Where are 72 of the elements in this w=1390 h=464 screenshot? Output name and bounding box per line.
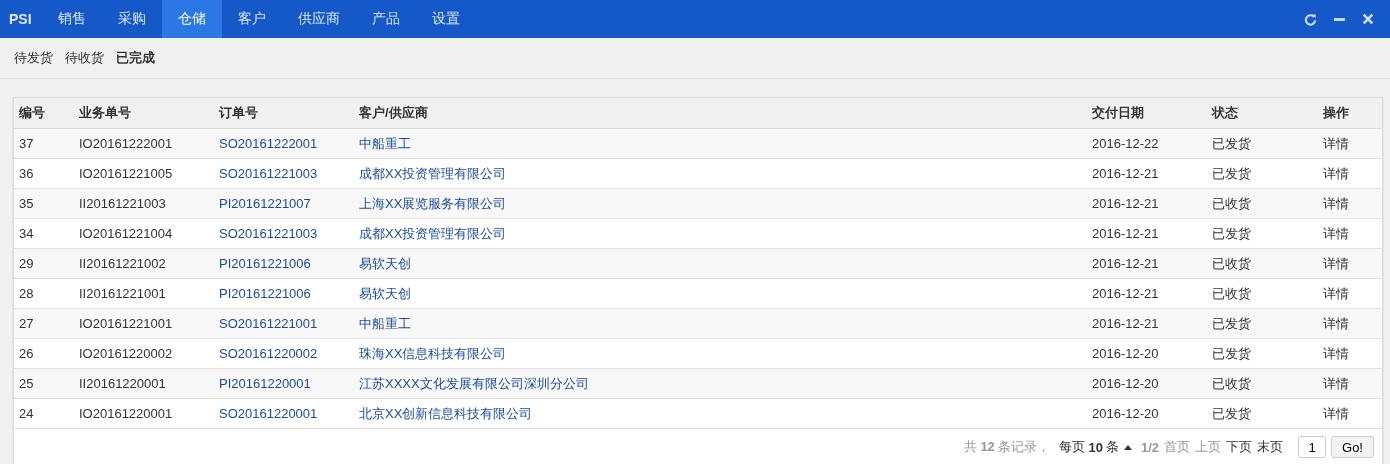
brand-logo[interactable]: PSI xyxy=(0,0,42,38)
party-link[interactable]: 成都XX投资管理有限公司 xyxy=(359,225,507,241)
nav-tab[interactable]: 采购 xyxy=(101,0,162,38)
table-cell: 24 xyxy=(14,398,74,428)
table-cell: 2016-12-21 xyxy=(1087,188,1207,219)
filter-tab[interactable]: 已完成 xyxy=(116,49,155,67)
party-link[interactable]: 江苏XXXX文化发展有限公司深圳分公司 xyxy=(359,375,589,391)
table-cell: 已收货 xyxy=(1207,248,1318,279)
table-cell: 2016-12-21 xyxy=(1087,248,1207,279)
table-cell: 已收货 xyxy=(1207,368,1318,399)
table-cell: 2016-12-20 xyxy=(1087,398,1207,428)
nav-tab[interactable]: 客户 xyxy=(221,0,282,38)
nav-tab[interactable]: 产品 xyxy=(355,0,416,38)
party-link[interactable]: 珠海XX信息科技有限公司 xyxy=(359,345,507,361)
page-input[interactable]: 1 xyxy=(1298,436,1327,458)
nav-tab[interactable]: 供应商 xyxy=(281,0,356,38)
table-cell: 2016-12-21 xyxy=(1087,308,1207,339)
table-cell: 2016-12-22 xyxy=(1087,128,1207,159)
table-cell: 2016-12-20 xyxy=(1087,368,1207,399)
filter-tab[interactable]: 待收货 xyxy=(65,49,104,67)
table-cell: IO20161221001 xyxy=(74,308,214,339)
table-cell: 25 xyxy=(14,368,74,399)
table-cell: II20161220001 xyxy=(74,368,214,399)
column-header: 客户/供应商 xyxy=(354,98,1087,129)
nav-tab[interactable]: 仓储 xyxy=(161,0,222,38)
table-cell: 已发货 xyxy=(1207,128,1318,159)
refresh-icon[interactable] xyxy=(1304,12,1317,26)
caret-icon xyxy=(1123,444,1132,450)
party-link[interactable]: 易软天创 xyxy=(359,255,411,271)
details-link[interactable]: 详情 xyxy=(1323,165,1349,181)
party-link[interactable]: 成都XX投资管理有限公司 xyxy=(359,165,507,181)
table-cell: 37 xyxy=(14,128,74,159)
table-cell: 已发货 xyxy=(1207,308,1318,339)
column-header: 操作 xyxy=(1318,98,1382,129)
column-header: 编号 xyxy=(14,98,74,129)
page-indicator: 1/2 xyxy=(1140,439,1160,455)
details-link[interactable]: 详情 xyxy=(1323,345,1349,361)
table-cell: IO20161222001 xyxy=(74,128,214,159)
table-cell: 27 xyxy=(14,308,74,339)
party-link[interactable]: 北京XX创新信息科技有限公司 xyxy=(359,405,533,421)
table-cell: 已发货 xyxy=(1207,398,1318,428)
column-header: 订单号 xyxy=(214,98,354,129)
nav-tab[interactable]: 设置 xyxy=(415,0,476,38)
order-link[interactable]: SO20161220002 xyxy=(219,346,318,361)
table-cell: 29 xyxy=(14,248,74,279)
details-link[interactable]: 详情 xyxy=(1323,285,1349,301)
order-link[interactable]: SO20161220001 xyxy=(219,406,318,421)
order-link[interactable]: PI20161221006 xyxy=(219,286,311,301)
nav-tab[interactable]: 销售 xyxy=(41,0,102,38)
record-count: 共 12 条记录， xyxy=(963,438,1051,456)
go-button[interactable]: Go! xyxy=(1331,436,1374,458)
details-link[interactable]: 详情 xyxy=(1323,405,1349,421)
party-link[interactable]: 易软天创 xyxy=(359,285,411,301)
page-size-selector[interactable]: 每页 10 条 xyxy=(1059,438,1132,456)
column-header: 状态 xyxy=(1207,98,1318,129)
table-cell: 已收货 xyxy=(1207,188,1318,219)
table-cell: IO20161220001 xyxy=(74,398,214,428)
close-icon[interactable] xyxy=(1362,13,1374,25)
table-cell: II20161221003 xyxy=(74,188,214,219)
table-cell: II20161221002 xyxy=(74,248,214,279)
table-cell: 35 xyxy=(14,188,74,219)
party-link[interactable]: 上海XX展览服务有限公司 xyxy=(359,195,507,211)
party-link[interactable]: 中船重工 xyxy=(359,315,411,331)
filter-tab[interactable]: 待发货 xyxy=(14,49,53,67)
page-link[interactable]: 下页 xyxy=(1226,438,1253,456)
page-link[interactable]: 末页 xyxy=(1257,438,1284,456)
column-header: 交付日期 xyxy=(1087,98,1207,129)
party-link[interactable]: 中船重工 xyxy=(359,135,411,151)
order-link[interactable]: SO20161221003 xyxy=(219,166,318,181)
details-link[interactable]: 详情 xyxy=(1323,225,1349,241)
column-header: 业务单号 xyxy=(74,98,214,129)
order-link[interactable]: SO20161221003 xyxy=(219,226,318,241)
